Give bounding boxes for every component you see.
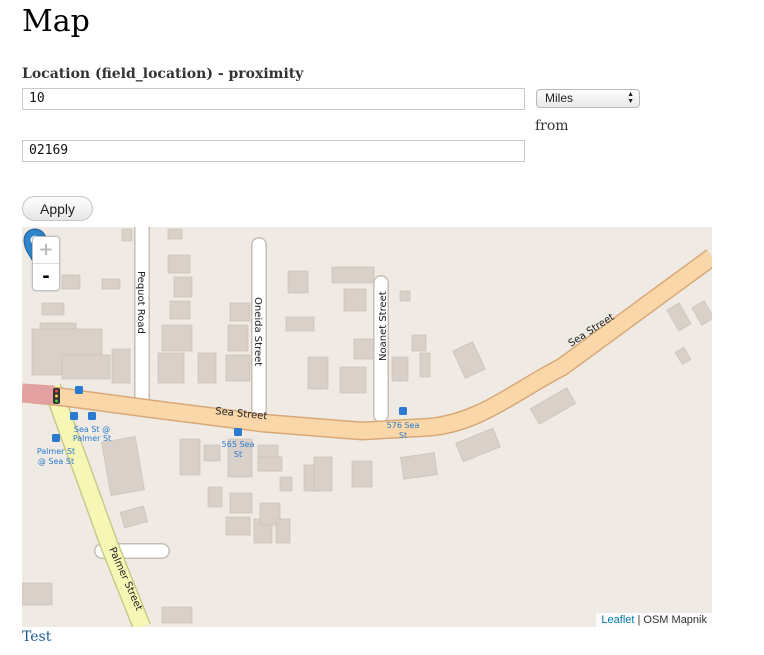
leaflet-link[interactable]: Leaflet [601, 614, 634, 626]
distance-input[interactable] [22, 88, 525, 110]
street-label-noanet-street: Noanet Street [378, 291, 389, 361]
map-attribution: Leaflet | OSM Mapnik [596, 613, 712, 627]
bus-stop-label-line: Palmer St [73, 434, 111, 443]
street-label-oneida-street: Oneida Street [252, 297, 263, 366]
zoom-control: + - [32, 236, 60, 291]
unit-select[interactable]: Miles ▲ ▼ [536, 89, 640, 108]
map-view[interactable]: Pequot Road Oneida Street Noanet Street … [22, 227, 712, 627]
zoom-in-button[interactable]: + [33, 237, 59, 264]
map-tiles: Pequot Road Oneida Street Noanet Street … [22, 227, 712, 627]
page-title: Map [22, 4, 90, 39]
bus-stop-label-line: Sea St @ [74, 425, 110, 434]
from-label: from [535, 118, 569, 134]
bus-stop-label-line: Palmer St [37, 447, 75, 456]
bus-stop-label-line: St [399, 431, 407, 440]
attribution-text: | OSM Mapnik [637, 614, 708, 626]
unit-select-value: Miles [545, 91, 574, 105]
select-arrows-icon: ▲ ▼ [627, 91, 634, 105]
zoom-out-button[interactable]: - [33, 264, 59, 290]
street-label-pequot-road: Pequot Road [135, 271, 146, 334]
bus-stop-label-line: 576 Sea [387, 421, 420, 430]
postal-code-input[interactable] [22, 140, 525, 162]
bus-stop-label-line: St [234, 450, 242, 459]
bus-stop-label-line: @ Sea St [38, 457, 74, 466]
test-link[interactable]: Test [22, 629, 51, 645]
field-label: Location (field_location) - proximity [22, 66, 304, 82]
bus-stop-label-line: 565 Sea [222, 440, 255, 449]
traffic-signal-icon [53, 388, 60, 404]
apply-button[interactable]: Apply [22, 196, 93, 221]
